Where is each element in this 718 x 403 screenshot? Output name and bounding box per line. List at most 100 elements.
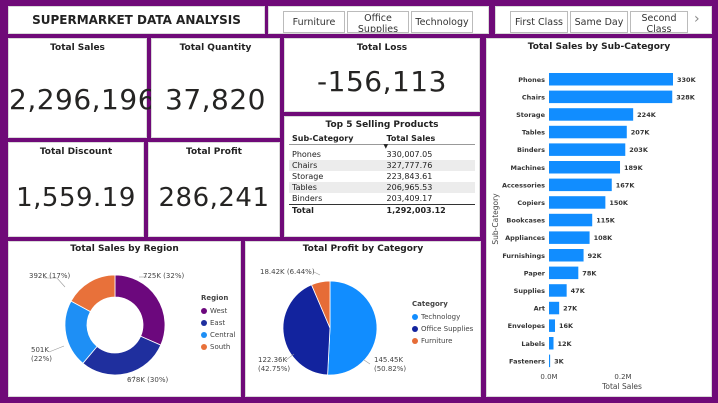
top5-table-card: Top 5 Selling Products Sub-Category Tota… [284,116,480,237]
slicer-button-furniture[interactable]: Furniture [283,11,345,33]
category-label: Binders [517,146,545,154]
category-label: Copiers [517,199,545,207]
bar-copiers[interactable] [549,196,606,209]
page-title: SUPERMARKET DATA ANALYSIS [32,13,241,27]
category-label: Storage [516,111,545,119]
bar-envelopes[interactable] [549,319,556,332]
legend-dot [412,326,418,332]
kpi-total-discount: Total Discount 1,559.19 [8,142,144,237]
table-row[interactable]: Phones 330,007.05 [289,149,475,160]
legend-item-south[interactable]: South [201,343,236,351]
legend-item-east[interactable]: East [201,319,236,327]
data-label: 47K [571,287,586,295]
legend-dot [201,308,207,314]
bar-machines[interactable] [549,161,621,174]
bar-binders[interactable] [549,143,626,156]
category-label: Supplies [514,287,545,295]
kpi-value: -156,113 [317,65,447,98]
data-label-west: 725K (32%) [143,272,185,280]
data-label: 78K [582,269,597,277]
bar-furnishings[interactable] [549,249,584,262]
category-legend: Category Technology Office Supplies Furn… [412,300,473,349]
x-axis-title: Total Sales [601,382,642,391]
slicer-button-technology[interactable]: Technology [411,11,473,33]
data-label-furniture: 18.42K (6.44%) [260,268,315,276]
bar-storage[interactable] [549,108,634,121]
kpi-total-quantity: Total Quantity 37,820 [151,38,280,138]
bar-labels[interactable] [549,337,554,350]
data-label: 27K [563,305,578,313]
bar-bookcases[interactable] [549,213,593,227]
category-label: Labels [521,340,545,348]
category-label: Machines [511,164,546,172]
legend-dot [412,338,418,344]
data-label: 330K [677,76,697,84]
category-label: Phones [518,76,545,84]
bar-supplies[interactable] [549,284,567,297]
legend-item-furniture[interactable]: Furniture [412,337,473,345]
table-row[interactable]: Chairs 327,777.76 [289,160,475,171]
slicer-button-second-class[interactable]: Second Class [630,11,688,33]
kpi-value: 286,241 [158,183,270,213]
kpi-label: Total Profit [186,147,242,157]
slicer-button-first-class[interactable]: First Class [510,11,568,33]
top5-table: Sub-Category Total Sales ▼ Phones 330,007… [289,133,475,216]
data-label: 108K [594,234,614,242]
slice-east[interactable] [82,335,162,376]
subcategory-chart-card: Total Sales by Sub-Category Sub-Category… [486,38,712,397]
kpi-label: Total Discount [39,147,113,157]
region-legend: Region West East Central South [201,294,236,355]
column-header-subcategory[interactable]: Sub-Category [289,133,384,145]
slice-technology[interactable] [327,280,378,376]
category-label: Paper [524,269,546,277]
chevron-right-icon[interactable]: › [694,11,700,27]
column-header-total-sales[interactable]: Total Sales [383,133,475,145]
bar-fasteners[interactable] [549,354,551,368]
y-axis-title: Sub-Category [491,193,500,245]
bar-appliances[interactable] [549,231,590,244]
bar-paper[interactable] [549,266,579,280]
legend-title: Region [201,294,229,302]
data-label: 167K [616,181,636,189]
bar-tables[interactable] [549,125,627,139]
kpi-value: 37,820 [165,83,266,116]
bar-chairs[interactable] [549,90,673,104]
title-card: SUPERMARKET DATA ANALYSIS [8,6,265,34]
kpi-total-loss: Total Loss -156,113 [284,38,480,112]
data-label-office-supplies: 122.36K (42.75%) [258,356,291,373]
kpi-label: Total Loss [356,43,408,53]
category-label: Appliances [505,234,545,242]
data-label: 16K [559,322,574,330]
slicer-button-same-day[interactable]: Same Day [570,11,628,33]
category-label: Furnishings [502,252,545,260]
table-row[interactable]: Storage 223,843.61 [289,171,475,182]
category-slicer: Furniture Office Supplies Technology [268,6,489,34]
category-label: Fasteners [509,357,545,365]
data-label: 203K [629,146,649,154]
slice-west[interactable] [114,274,166,346]
data-label: 150K [609,199,629,207]
legend-item-office-supplies[interactable]: Office Supplies [412,325,473,333]
kpi-value: 1,559.19 [16,183,136,213]
legend-item-central[interactable]: Central [201,331,236,339]
bar-phones[interactable] [549,73,673,86]
kpi-value: 2,296,196 [9,83,157,116]
category-label: Chairs [522,93,545,101]
bar-accessories[interactable] [549,178,612,192]
bar-art[interactable] [549,301,560,315]
subcategory-bar-chart[interactable]: Sub-Category Total Sales 0.0M 0.2M Phone… [487,39,713,398]
data-label-central: 501K (22%) [31,346,53,363]
category-label: Tables [522,129,545,137]
x-tick-label: 0.0M [540,373,557,381]
legend-dot [201,344,207,350]
table-row[interactable]: Binders 203,409.17 [289,193,475,205]
category-label: Art [534,305,545,313]
data-label-technology: 145.45K (50.82%) [374,356,407,373]
kpi-total-profit: Total Profit 286,241 [148,142,280,237]
table-row[interactable]: Tables 206,965.53 [289,182,475,193]
legend-item-technology[interactable]: Technology [412,313,473,321]
legend-item-west[interactable]: West [201,307,236,315]
slicer-button-office-supplies[interactable]: Office Supplies [347,11,409,33]
x-tick-label: 0.2M [614,373,631,381]
data-label: 12K [558,340,573,348]
